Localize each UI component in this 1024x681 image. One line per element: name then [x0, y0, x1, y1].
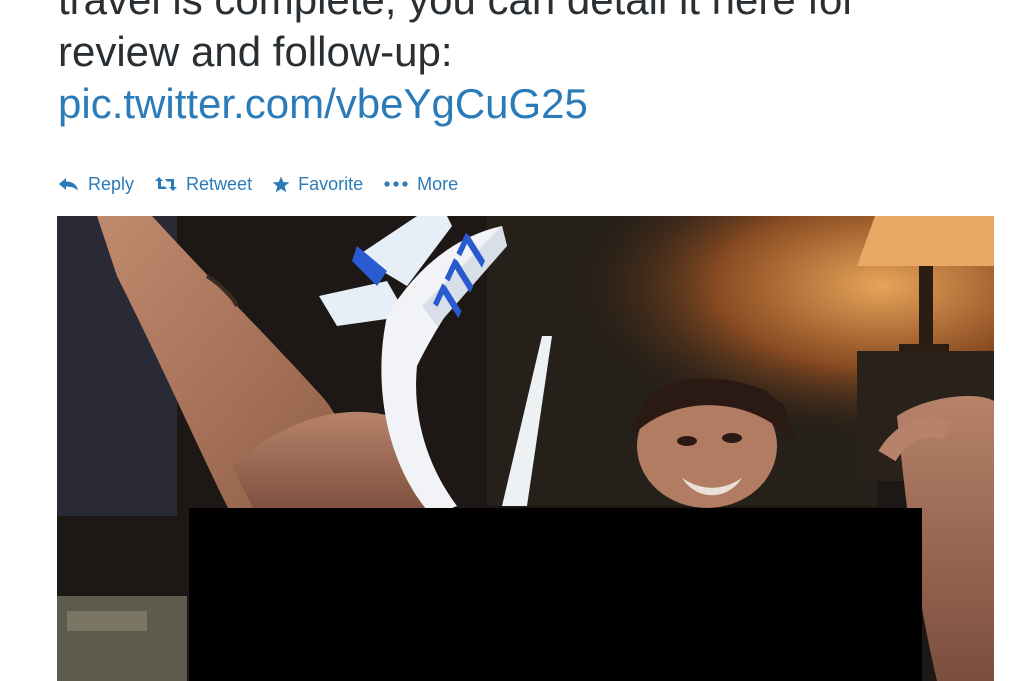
- reply-icon: [58, 177, 80, 191]
- retweet-button[interactable]: Retweet: [154, 174, 252, 195]
- tweet-actions: Reply Retweet Favorite More: [58, 172, 478, 196]
- tweet: travel is complete, you can detail it he…: [0, 0, 1024, 681]
- tweet-text: travel is complete, you can detail it he…: [58, 0, 978, 130]
- favorite-button[interactable]: Favorite: [272, 174, 363, 195]
- reply-button[interactable]: Reply: [58, 174, 134, 195]
- tweet-text-line: travel is complete, you can detail it he…: [58, 0, 978, 26]
- tweet-photo[interactable]: 777: [57, 216, 994, 681]
- retweet-label: Retweet: [186, 173, 253, 194]
- tweet-image-link[interactable]: pic.twitter.com/vbeYgCuG25: [58, 78, 978, 130]
- censor-bar: [189, 508, 922, 681]
- favorite-label: Favorite: [298, 173, 364, 194]
- retweet-icon: [154, 176, 178, 192]
- tweet-text-line: review and follow-up:: [58, 28, 453, 75]
- more-label: More: [417, 173, 459, 194]
- lamp-shade: [857, 216, 994, 266]
- more-dots-icon: [383, 180, 409, 188]
- reply-label: Reply: [88, 173, 135, 194]
- star-icon: [272, 176, 290, 193]
- more-button[interactable]: More: [383, 174, 458, 195]
